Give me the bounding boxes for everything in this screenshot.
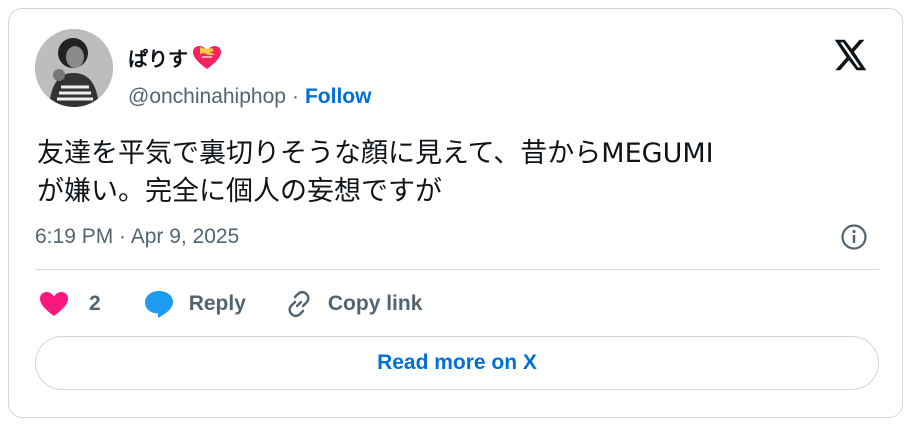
user-handle[interactable]: @onchinahiphop — [128, 85, 286, 109]
read-more-button[interactable]: Read more on X — [35, 336, 879, 390]
divider — [35, 269, 879, 270]
info-icon[interactable] — [840, 223, 868, 251]
handle-row: @onchinahiphop · Follow — [128, 85, 371, 109]
tweet-text-line: が嫌い。完全に個人の妄想ですが — [37, 176, 442, 207]
tweet-text: 友達を平気で裏切りそうな顔に見えて、昔からMEGUMI が嫌い。完全に個人の妄想… — [37, 135, 877, 211]
reply-label: Reply — [188, 292, 246, 315]
heart-emoji-icon — [192, 45, 222, 71]
tweet-text-line: 友達を平気で裏切りそうな顔に見えて、昔からMEGUMI — [37, 138, 714, 169]
action-bar: 2 Reply Copy link — [39, 287, 422, 321]
copy-link-label: Copy link — [327, 292, 423, 315]
link-icon — [288, 290, 310, 318]
like-button[interactable]: 2 — [39, 291, 101, 318]
name-row: ぱりす — [128, 43, 222, 72]
reply-button[interactable]: Reply — [143, 289, 246, 319]
display-name[interactable]: ぱりす — [128, 43, 188, 72]
avatar[interactable] — [35, 29, 113, 107]
like-heart-icon — [40, 291, 68, 316]
copy-link-button[interactable]: Copy link — [284, 289, 423, 319]
tweet-card: ぱりす @onchinahiphop · Follow 友達を平気で裏切りそうな… — [8, 8, 903, 418]
follow-button[interactable]: Follow — [305, 85, 372, 109]
x-logo-icon[interactable] — [834, 39, 868, 71]
reply-bubble-icon — [144, 291, 173, 318]
separator-dot: · — [291, 85, 299, 108]
like-count: 2 — [89, 292, 101, 315]
timestamp[interactable]: 6:19 PM · Apr 9, 2025 — [35, 225, 239, 249]
